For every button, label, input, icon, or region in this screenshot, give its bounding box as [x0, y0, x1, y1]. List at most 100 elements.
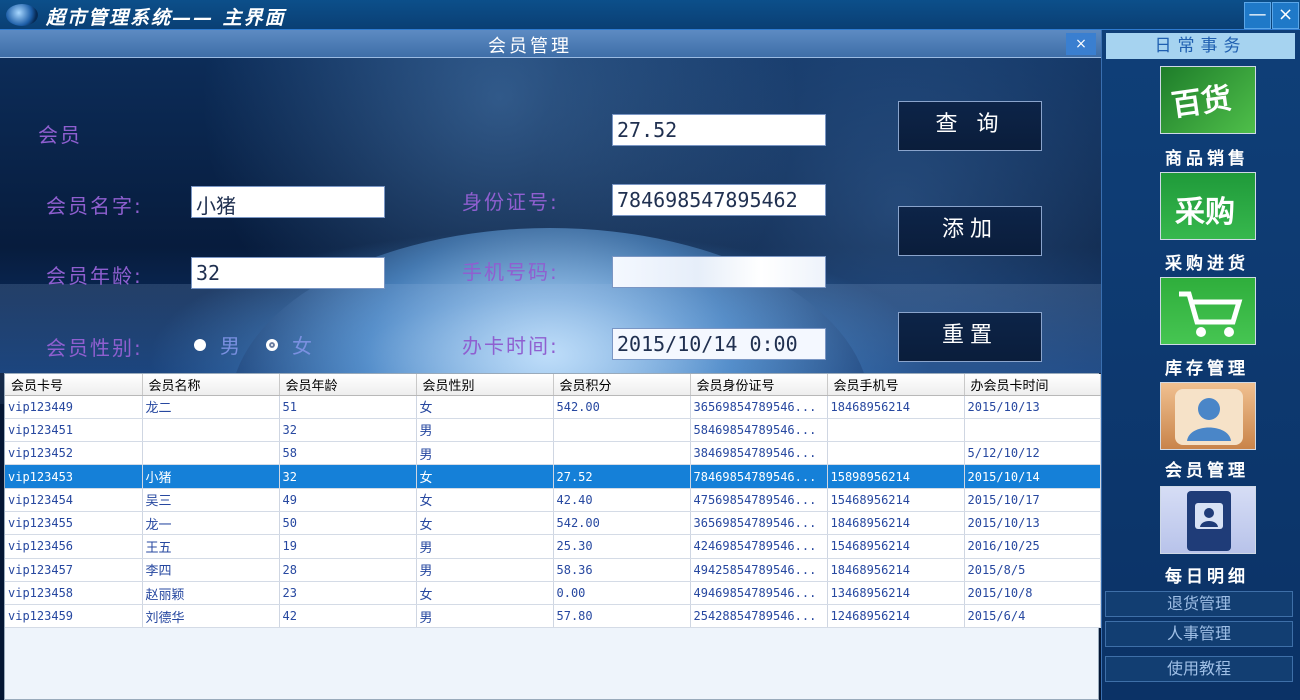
table-cell: 男	[416, 534, 554, 559]
table-cell: vip123459	[5, 604, 143, 629]
table-cell: 2015/6/4	[964, 604, 1101, 629]
gender-male-radio[interactable]	[194, 339, 206, 351]
table-row[interactable]: vip123458 赵丽颖 23 女 0.00 49469854789546... 1346…	[5, 581, 1101, 606]
table-row[interactable]: vip123459 刘德华 42 男 57.80 25428854789546... 124…	[5, 604, 1101, 629]
table-cell: 58.36	[553, 558, 691, 582]
card-time-picker[interactable]: 2015/10/14 0:00	[612, 328, 826, 360]
table-row[interactable]: vip123454 吴三 49 女 42.40 47569854789546... 1546…	[5, 488, 1101, 512]
tile-label-purchase: 采购进货	[1165, 254, 1249, 274]
table-cell: 58469854789546...	[690, 418, 828, 443]
table-cell: vip123456	[5, 534, 143, 559]
minimize-button[interactable]: —	[1244, 2, 1271, 29]
table-cell: 542.00	[553, 395, 691, 419]
table-cell: 25428854789546...	[690, 604, 828, 629]
column-header[interactable]: 会员性别	[416, 374, 554, 396]
table-row[interactable]: vip123456 王五 19 男 25.30 42469854789546... 1546…	[5, 534, 1101, 559]
reset-button[interactable]: 重置	[898, 312, 1042, 362]
tile-label-daily-details: 每日明细	[1165, 567, 1249, 587]
table-cell: 女	[416, 488, 554, 512]
table-cell: 2015/10/13	[964, 395, 1101, 419]
table-row[interactable]: vip123457 李四 28 男 58.36 49425854789546... 1846…	[5, 558, 1101, 582]
close-window-button[interactable]: ×	[1272, 2, 1299, 29]
table-cell: 女	[416, 464, 554, 489]
table-cell: 50	[279, 511, 417, 536]
column-header[interactable]: 会员名称	[142, 374, 280, 396]
app-logo-icon	[6, 4, 38, 26]
table-cell: 49469854789546...	[690, 581, 828, 606]
table-cell: 王五	[142, 534, 280, 559]
query-button[interactable]: 查 询	[898, 101, 1042, 151]
table-cell: 2015/10/8	[964, 581, 1101, 606]
table-cell: 2015/10/13	[964, 511, 1101, 536]
table-cell: 龙二	[142, 395, 280, 419]
table-cell: vip123458	[5, 581, 143, 606]
table-cell: 2016/10/25	[964, 534, 1101, 559]
members-table[interactable]: 会员卡号 会员名称 会员年龄 会员性别 会员积分 会员身份证号 会员手机号 办会员卡时间 vi…	[4, 373, 1101, 700]
member-name-field[interactable]: 小猪	[191, 186, 385, 218]
card-time-label: 办卡时间:	[462, 334, 559, 358]
column-header[interactable]: 会员手机号	[827, 374, 965, 396]
id-number-label: 身份证号:	[462, 190, 559, 214]
member-age-field[interactable]: 32	[191, 257, 385, 289]
table-cell: 49	[279, 488, 417, 512]
table-body: vip123449 龙二 51 女 542.00 36569854789546... 184…	[5, 395, 1101, 629]
column-header[interactable]: 会员身份证号	[690, 374, 828, 396]
panel-header: 会员管理 ×	[0, 30, 1101, 58]
purchase-tile[interactable]: 采购	[1160, 172, 1256, 240]
points-field[interactable]: 27.52	[612, 114, 826, 146]
daily-affairs-sidebar: 日常事务 百货 商品销售 采购 采购进货 库存管理 会员管理 每日明细 退货管理…	[1101, 30, 1300, 700]
table-cell: 0.00	[553, 581, 691, 606]
phone-label: 手机号码:	[462, 260, 559, 284]
member-management-panel: 会员管理 × 会员 27.52 查 询 会员名字: 小猪 身份证号: 78469…	[0, 30, 1101, 700]
table-row[interactable]: vip123451 32 男 58469854789546...	[5, 418, 1101, 443]
cart-icon	[1179, 291, 1243, 337]
member-management-tile[interactable]	[1160, 382, 1256, 450]
column-header[interactable]: 办会员卡时间	[964, 374, 1101, 396]
table-row[interactable]: vip123455 龙一 50 女 542.00 36569854789546... 184…	[5, 511, 1101, 536]
table-cell: 19	[279, 534, 417, 559]
sidebar-header: 日常事务	[1106, 33, 1295, 59]
table-cell: 23	[279, 581, 417, 606]
column-header[interactable]: 会员年龄	[279, 374, 417, 396]
goods-sales-tile[interactable]: 百货	[1160, 66, 1256, 134]
table-cell	[142, 441, 280, 466]
phone-field[interactable]	[612, 256, 826, 288]
column-header[interactable]: 会员卡号	[5, 374, 143, 396]
table-header-row: 会员卡号 会员名称 会员年龄 会员性别 会员积分 会员身份证号 会员手机号 办会员卡时间	[5, 374, 1101, 396]
table-cell: 2015/10/14	[964, 464, 1101, 489]
table-cell: 18468956214	[827, 511, 965, 536]
table-row[interactable]: vip123452 58 男 38469854789546... 5/12/10/12	[5, 441, 1101, 466]
table-cell: 小猪	[142, 464, 280, 489]
personnel-management-button[interactable]: 人事管理	[1105, 621, 1293, 647]
table-row[interactable]: vip123453 小猪 32 女 27.52 78469854789546... 1589…	[5, 464, 1101, 489]
tile-label-goods-sales: 商品销售	[1165, 149, 1249, 169]
table-cell: 吴三	[142, 488, 280, 512]
table-cell: 2015/10/17	[964, 488, 1101, 512]
member-icon	[1175, 389, 1243, 445]
table-cell: 龙一	[142, 511, 280, 536]
panel-title: 会员管理	[488, 36, 572, 57]
table-cell: vip123449	[5, 395, 143, 419]
daily-details-tile[interactable]	[1160, 486, 1256, 554]
member-age-label: 会员年龄:	[46, 264, 143, 288]
table-cell: 女	[416, 395, 554, 419]
table-cell: 15898956214	[827, 464, 965, 489]
inventory-tile[interactable]	[1160, 277, 1256, 345]
table-cell: 542.00	[553, 511, 691, 536]
table-cell: 15468956214	[827, 488, 965, 512]
table-cell: 男	[416, 604, 554, 629]
table-cell	[964, 418, 1101, 443]
gender-female-label: 女	[292, 334, 312, 358]
gender-female-radio[interactable]	[266, 339, 278, 351]
table-cell: 32	[279, 464, 417, 489]
table-cell: vip123454	[5, 488, 143, 512]
tutorial-button[interactable]: 使用教程	[1105, 656, 1293, 682]
id-number-field[interactable]: 784698547895462	[612, 184, 826, 216]
panel-close-button[interactable]: ×	[1066, 33, 1096, 55]
returns-management-button[interactable]: 退货管理	[1105, 591, 1293, 617]
add-button[interactable]: 添加	[898, 206, 1042, 256]
column-header[interactable]: 会员积分	[553, 374, 691, 396]
table-cell	[142, 418, 280, 443]
table-cell: 男	[416, 418, 554, 443]
table-row[interactable]: vip123449 龙二 51 女 542.00 36569854789546... 184…	[5, 395, 1101, 419]
